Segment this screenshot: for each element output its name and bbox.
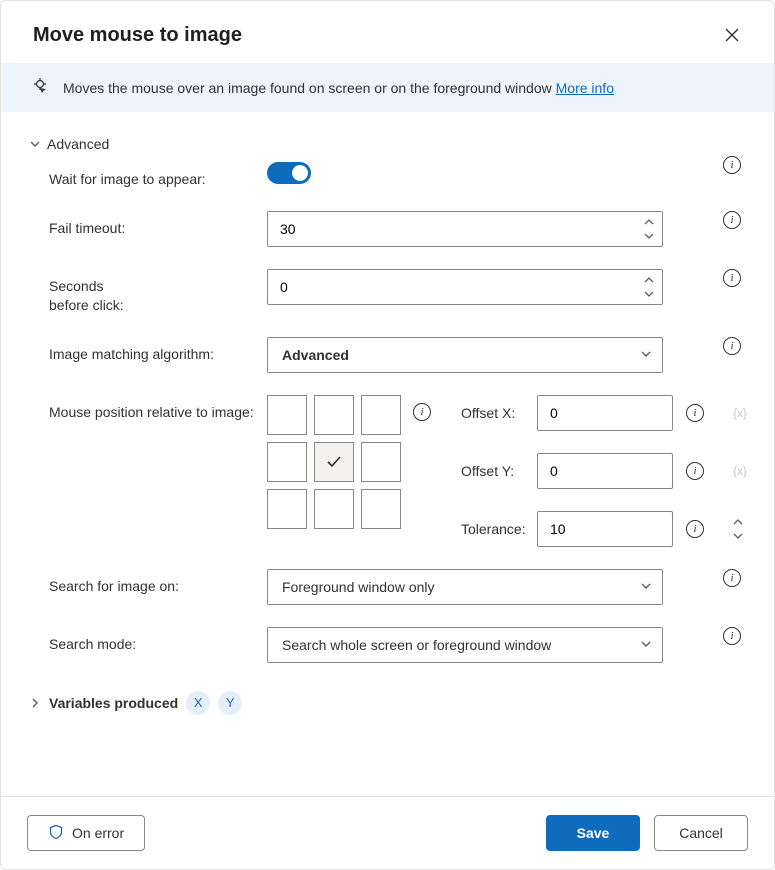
tolerance-box <box>537 511 673 547</box>
search-mode-help[interactable]: i <box>723 627 741 645</box>
fail-timeout-row: Fail timeout: i <box>29 211 746 247</box>
close-icon <box>725 28 739 42</box>
fail-timeout-label: Fail timeout: <box>29 211 267 238</box>
seconds-up[interactable] <box>636 273 662 287</box>
seconds-before-click-input[interactable] <box>268 279 636 295</box>
tolerance-up[interactable] <box>733 515 743 529</box>
offset-column: Offset X: {x} i Offset Y: {x} <box>461 395 709 547</box>
mouse-position-help[interactable]: i <box>413 403 431 421</box>
position-grid <box>267 395 401 529</box>
search-on-label: Search for image on: <box>29 569 267 596</box>
dialog-footer: On error Save Cancel <box>1 796 774 869</box>
info-bar: Moves the mouse over an image found on s… <box>1 63 774 112</box>
pos-cell-1[interactable] <box>314 395 354 435</box>
pos-cell-2[interactable] <box>361 395 401 435</box>
chevron-right-icon <box>29 697 41 709</box>
offset-y-box: {x} <box>537 453 673 489</box>
check-icon <box>325 453 343 471</box>
move-mouse-dialog: Move mouse to image Moves the mouse over… <box>0 0 775 870</box>
variable-chip-x[interactable]: X <box>186 691 210 715</box>
seconds-spinner <box>636 273 662 301</box>
variable-chip-y[interactable]: Y <box>218 691 242 715</box>
pos-cell-4[interactable] <box>314 442 354 482</box>
advanced-section-toggle[interactable]: Advanced <box>29 130 746 162</box>
more-info-link[interactable]: More info <box>556 80 614 96</box>
pos-cell-3[interactable] <box>267 442 307 482</box>
pos-cell-8[interactable] <box>361 489 401 529</box>
seconds-down[interactable] <box>636 287 662 301</box>
matching-algorithm-label: Image matching algorithm: <box>29 337 267 364</box>
on-error-button[interactable]: On error <box>27 815 145 851</box>
pos-cell-0[interactable] <box>267 395 307 435</box>
seconds-before-click-label: Seconds before click: <box>29 269 267 315</box>
advanced-section-body: Wait for image to appear: i Fail timeout… <box>29 162 746 663</box>
seconds-before-click-row: Seconds before click: i <box>29 269 746 315</box>
search-on-value: Foreground window only <box>282 579 435 595</box>
mouse-position-row: Mouse position relative to image: <box>29 395 746 547</box>
chevron-down-icon <box>640 579 652 595</box>
pos-cell-6[interactable] <box>267 489 307 529</box>
close-button[interactable] <box>718 21 746 49</box>
search-on-row: Search for image on: Foreground window o… <box>29 569 746 605</box>
dialog-content: Advanced Wait for image to appear: i Fai… <box>1 112 774 796</box>
wait-for-image-toggle[interactable] <box>267 162 311 184</box>
offset-x-label: Offset X: <box>461 405 537 421</box>
save-label: Save <box>577 825 610 841</box>
tolerance-down[interactable] <box>733 529 743 543</box>
offset-x-box: {x} <box>537 395 673 431</box>
dialog-header: Move mouse to image <box>1 1 774 63</box>
offset-y-row: Offset Y: {x} i <box>461 453 709 489</box>
tolerance-help[interactable]: i <box>686 520 704 538</box>
cancel-label: Cancel <box>679 825 723 841</box>
tolerance-spinner <box>733 515 743 543</box>
tolerance-label: Tolerance: <box>461 521 537 537</box>
advanced-section-label: Advanced <box>47 136 109 152</box>
cursor-target-icon <box>31 77 49 98</box>
variable-picker-icon[interactable]: {x} <box>733 406 747 420</box>
variables-section-toggle[interactable]: Variables produced X Y <box>29 685 746 721</box>
seconds-before-click-input-box <box>267 269 663 305</box>
shield-icon <box>48 824 64 843</box>
fail-timeout-input-box <box>267 211 663 247</box>
chevron-down-icon <box>29 138 41 150</box>
info-text: Moves the mouse over an image found on s… <box>63 80 556 96</box>
seconds-before-click-help[interactable]: i <box>723 269 741 287</box>
search-mode-value: Search whole screen or foreground window <box>282 637 551 653</box>
offset-y-help[interactable]: i <box>686 462 704 480</box>
fail-timeout-spinner <box>636 215 662 243</box>
search-on-help[interactable]: i <box>723 569 741 587</box>
wait-for-image-help[interactable]: i <box>723 156 741 174</box>
matching-algorithm-row: Image matching algorithm: Advanced i <box>29 337 746 373</box>
pos-cell-5[interactable] <box>361 442 401 482</box>
mouse-position-label: Mouse position relative to image: <box>29 395 267 422</box>
fail-timeout-input[interactable] <box>268 221 636 237</box>
fail-timeout-up[interactable] <box>636 215 662 229</box>
wait-for-image-row: Wait for image to appear: i <box>29 162 746 189</box>
offset-x-help[interactable]: i <box>686 404 704 422</box>
search-mode-select[interactable]: Search whole screen or foreground window <box>267 627 663 663</box>
search-mode-label: Search mode: <box>29 627 267 654</box>
fail-timeout-down[interactable] <box>636 229 662 243</box>
offset-y-label: Offset Y: <box>461 463 537 479</box>
info-bar-text: Moves the mouse over an image found on s… <box>63 80 614 96</box>
pos-cell-7[interactable] <box>314 489 354 529</box>
dialog-title: Move mouse to image <box>33 24 242 47</box>
save-button[interactable]: Save <box>546 815 640 851</box>
search-on-select[interactable]: Foreground window only <box>267 569 663 605</box>
cancel-button[interactable]: Cancel <box>654 815 748 851</box>
offset-x-row: Offset X: {x} i <box>461 395 709 431</box>
chevron-down-icon <box>640 347 652 363</box>
footer-right: Save Cancel <box>546 815 748 851</box>
matching-algorithm-select[interactable]: Advanced <box>267 337 663 373</box>
tolerance-row: Tolerance: i <box>461 511 709 547</box>
variables-label: Variables produced <box>49 695 178 711</box>
wait-for-image-label: Wait for image to appear: <box>29 162 267 189</box>
matching-algorithm-help[interactable]: i <box>723 337 741 355</box>
chevron-down-icon <box>640 637 652 653</box>
variable-picker-icon[interactable]: {x} <box>733 464 747 478</box>
search-mode-row: Search mode: Search whole screen or fore… <box>29 627 746 663</box>
fail-timeout-help[interactable]: i <box>723 211 741 229</box>
matching-algorithm-value: Advanced <box>282 347 349 363</box>
on-error-label: On error <box>72 825 124 841</box>
